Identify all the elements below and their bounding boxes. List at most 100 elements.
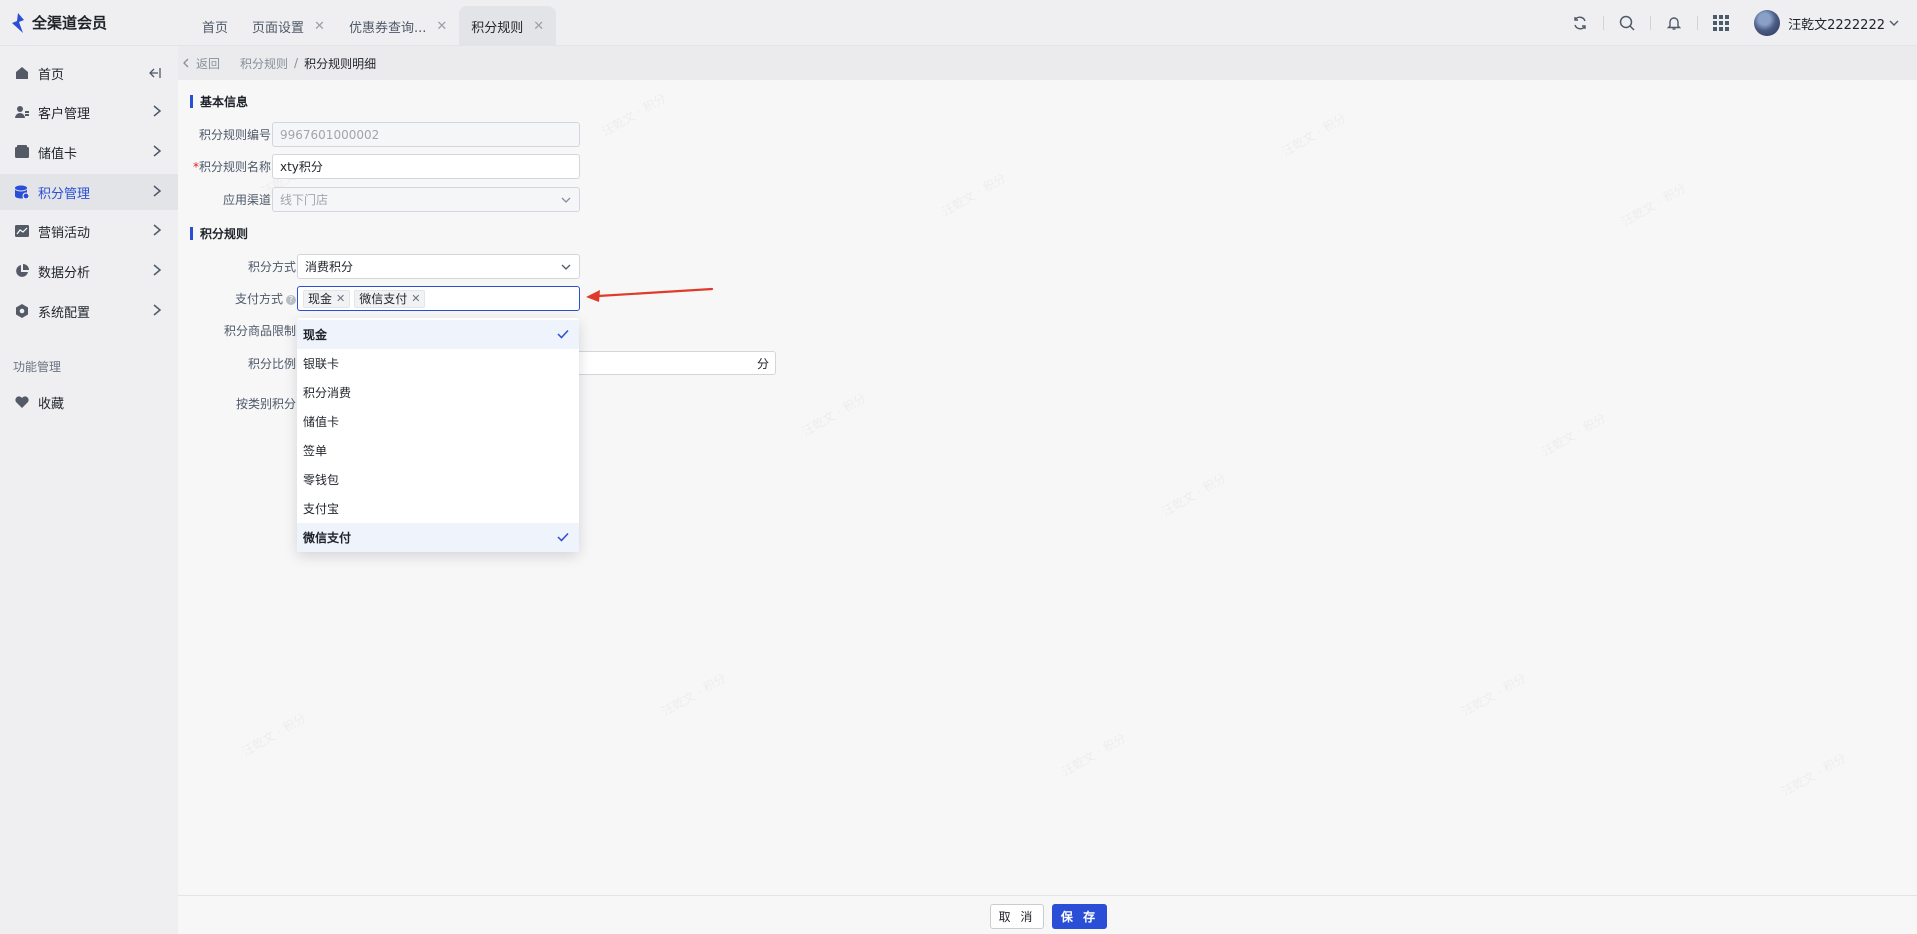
rule-name-label: *积分规则名称 [180,158,271,175]
section-basic-info: 基本信息 [190,93,248,110]
top-bar: 全渠道会员 首页 页面设置 ✕ 优惠券查询... ✕ 积分规则 ✕ 汪乾文222… [0,0,1917,46]
watermark: 汪乾文 · 积分 [1539,409,1609,459]
sidebar-item-stored-card[interactable]: 储值卡 [0,134,178,170]
option-label: 银联卡 [303,357,340,371]
rule-code-value: 9967601000002 [280,127,380,142]
option-label: 现金 [303,328,328,342]
option-points-consume[interactable]: 积分消费 [297,378,579,407]
watermark: 汪乾文 · 积分 [1279,109,1349,159]
chart-icon [14,223,30,239]
chevron-right-icon [153,224,162,236]
footer-bar: 取 消 保 存 [178,895,1917,934]
home-icon [14,65,30,81]
option-wechat-pay[interactable]: 微信支付 [297,523,579,552]
points-icon [14,184,30,200]
bell-icon[interactable] [1661,10,1687,36]
sidebar-item-label: 积分管理 [38,186,91,202]
option-label: 签单 [303,444,328,458]
ratio-suffix-text: 分 [756,356,769,371]
option-alipay[interactable]: 支付宝 [297,494,579,523]
channel-label: 应用渠道 [222,193,271,207]
sidebar-item-marketing[interactable]: 营销活动 [0,213,178,249]
menu-group-title: 功能管理 [13,360,62,374]
close-icon[interactable]: ✕ [436,19,447,34]
ratio-suffix: 分 [570,351,776,375]
sidebar-item-customers[interactable]: 客户管理 [0,94,178,130]
watermark: 汪乾文 · 积分 [799,389,869,439]
tab-label: 积分规则 [471,20,524,36]
tab-points-rules[interactable]: 积分规则 ✕ [459,6,557,46]
sidebar-item-label: 收藏 [38,396,65,412]
tab-label: 优惠券查询... [348,20,427,36]
breadcrumb-parent[interactable]: 积分规则 [240,55,288,72]
payment-method-label: 支付方式? [184,290,296,307]
sidebar-item-points[interactable]: 积分管理 [0,174,178,210]
help-icon[interactable]: ? [286,294,296,305]
category-points-label: 按类别积分 [235,397,296,411]
watermark: 汪乾文 · 积分 [939,169,1009,219]
watermark: 汪乾文 · 积分 [659,669,729,719]
watermark: 汪乾文 · 积分 [599,89,669,139]
watermark: 汪乾文 · 积分 [1459,669,1529,719]
points-method-value: 消费积分 [305,260,354,274]
chevron-right-icon [153,145,162,157]
option-cash[interactable]: 现金 [297,320,579,349]
tab-bar: 首页 页面设置 ✕ 优惠券查询... ✕ 积分规则 ✕ [190,6,557,46]
cancel-button[interactable]: 取 消 [990,904,1044,929]
back-label: 返回 [196,56,221,71]
watermark: 汪乾文 · 积分 [1059,729,1129,779]
watermark: 汪乾文 · 积分 [1159,469,1229,519]
ratio-label: 积分比例 [247,357,296,371]
breadcrumb: 返回 积分规则 / 积分规则明细 [178,46,1917,80]
pie-icon [14,263,30,279]
option-unionpay[interactable]: 银联卡 [297,349,579,378]
sidebar-item-favorites[interactable]: 收藏 [0,384,178,420]
sidebar-item-home[interactable]: 首页 [0,55,178,91]
close-icon[interactable]: ✕ [533,19,544,34]
logo-icon [12,12,24,33]
points-method-select[interactable]: 消费积分 [297,254,580,279]
card-icon [14,144,30,160]
chevron-right-icon [153,304,162,316]
save-button[interactable]: 保 存 [1052,904,1107,929]
breadcrumb-separator: / [294,56,299,70]
tab-page-settings[interactable]: 页面设置 ✕ [240,6,337,46]
rule-name-value: xty积分 [280,160,323,174]
settings-icon [14,303,30,319]
tag-label: 现金 [308,292,333,306]
sidebar-item-label: 数据分析 [38,265,91,281]
avatar[interactable] [1754,10,1781,36]
search-icon[interactable] [1614,10,1640,36]
payment-method-multiselect[interactable]: 现金 ✕ 微信支付 ✕ [297,286,580,311]
close-icon[interactable]: ✕ [336,292,345,305]
section-points-rules: 积分规则 [190,225,248,242]
option-sign-bill[interactable]: 签单 [297,436,579,465]
rule-name-input[interactable]: xty积分 [272,154,580,179]
sidebar-item-system[interactable]: 系统配置 [0,293,178,329]
sidebar-item-label: 客户管理 [38,106,91,122]
points-method-label: 积分方式 [247,260,296,274]
refresh-icon[interactable] [1567,10,1593,36]
tab-coupon-query[interactable]: 优惠券查询... ✕ [337,6,459,46]
payment-method-dropdown: 现金 银联卡 积分消费 储值卡 签单 零钱包 支付宝 微信支付 [297,318,579,552]
check-icon [557,532,569,542]
apps-grid-icon[interactable] [1708,10,1734,36]
collapse-sidebar-icon[interactable] [148,66,162,80]
tag-cash: 现金 ✕ [303,289,351,308]
close-icon[interactable]: ✕ [314,19,325,34]
sidebar-item-analytics[interactable]: 数据分析 [0,253,178,289]
option-wallet[interactable]: 零钱包 [297,465,579,494]
rule-name-label-text: 积分规则名称 [198,160,271,174]
back-link[interactable]: 返回 [182,55,220,72]
tab-label: 页面设置 [252,20,305,36]
app-logo[interactable]: 全渠道会员 [10,12,107,33]
user-name[interactable]: 汪乾文2222222 [1788,14,1885,33]
option-label: 零钱包 [303,473,340,487]
channel-select: 线下门店 [272,187,580,212]
heart-icon [14,394,30,410]
option-stored-card[interactable]: 储值卡 [297,407,579,436]
close-icon[interactable]: ✕ [411,292,420,305]
tab-home[interactable]: 首页 [190,6,240,46]
chevron-down-icon[interactable] [1889,18,1899,28]
users-icon [14,104,30,120]
